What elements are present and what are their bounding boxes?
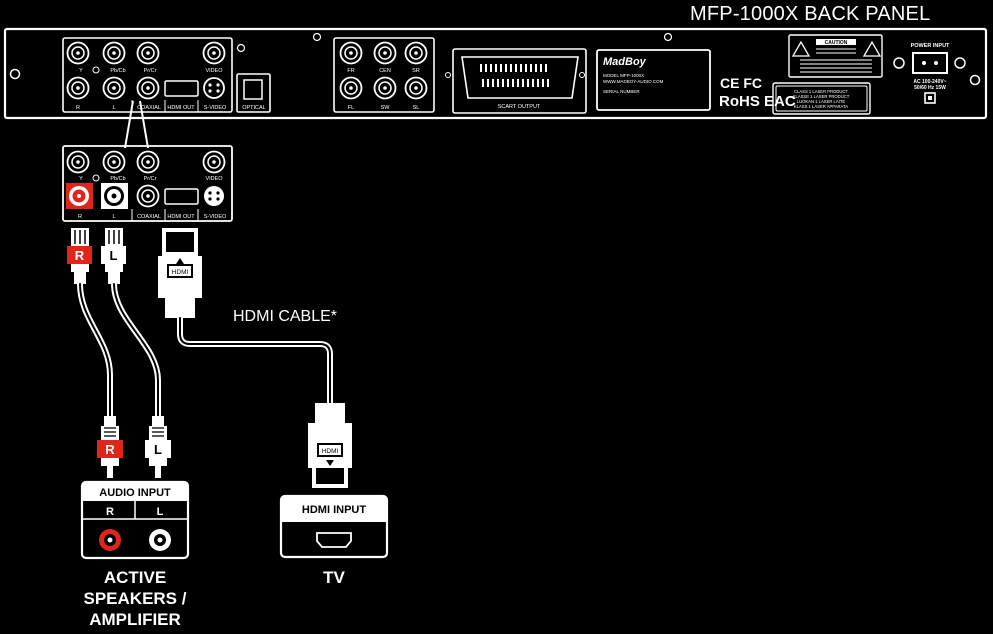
speakers-label-line2: SPEAKERS /: [83, 589, 187, 608]
svg-text:Pb/Cb: Pb/Cb: [110, 176, 125, 182]
svg-text:FR: FR: [347, 68, 354, 74]
mount-hole-left: [9, 68, 21, 80]
speakers-label: ACTIVE SPEAKERS / AMPLIFIER: [60, 567, 210, 630]
svg-text:Pr/Cr: Pr/Cr: [144, 176, 157, 182]
svg-text:50/60 Hz 15W: 50/60 Hz 15W: [914, 85, 946, 91]
svg-text:HDMI OUT: HDMI OUT: [167, 105, 195, 111]
svg-text:L: L: [154, 442, 162, 457]
model-label-plate: MadBoy MODEL MFP-1000X WWW.MADBOY-AUDIO.…: [596, 49, 711, 111]
rca-cable: [77, 281, 161, 421]
surround-output-group: FR CEN SR FL SW SL: [333, 37, 435, 113]
svg-text:CEN: CEN: [379, 68, 391, 74]
svg-text:RoHS EAC: RoHS EAC: [719, 93, 796, 110]
svg-text:R: R: [106, 506, 114, 518]
svg-text:L: L: [110, 248, 118, 263]
svg-text:L: L: [112, 214, 115, 220]
svg-text:HDMI OUT: HDMI OUT: [167, 214, 195, 220]
audio-input-panel: AUDIO INPUT R L: [80, 480, 190, 560]
hdmi-cable: [177, 315, 333, 408]
back-panel: Y Pb/Cb Pr/Cr VIDEO R L COAXIAL HDMI OUT…: [3, 27, 988, 120]
svg-text:Y: Y: [79, 176, 83, 182]
hdmi-plug-bottom: HDMI: [308, 403, 352, 488]
svg-text:L: L: [112, 105, 115, 111]
speaker-jack-left: [149, 529, 171, 551]
speakers-label-line1: ACTIVE: [103, 568, 167, 587]
svg-text:L: L: [157, 506, 164, 518]
zoom-jack-left-white: [101, 183, 128, 209]
svg-text:POWER INPUT: POWER INPUT: [911, 43, 950, 49]
power-input: POWER INPUT AC 100-240V~ 50/60 Hz 15W: [893, 43, 966, 104]
video-output-group: Y Pb/Cb Pr/Cr VIDEO R L COAXIAL HDMI OUT…: [62, 37, 233, 113]
svg-text:FL: FL: [348, 105, 354, 111]
svg-text:SR: SR: [412, 68, 420, 74]
tv-label: TV: [323, 568, 345, 587]
svg-text:SL: SL: [413, 105, 420, 111]
speaker-jack-right: [99, 529, 121, 551]
svg-text:MadBoy: MadBoy: [603, 56, 647, 68]
speakers-label-line3: AMPLIFIER: [89, 610, 181, 629]
svg-text:WWW.MADBOY-AUDIO.COM: WWW.MADBOY-AUDIO.COM: [603, 79, 664, 84]
svg-text:MODEL MFP-1000X: MODEL MFP-1000X: [603, 73, 644, 78]
svg-text:Pb/Cb: Pb/Cb: [110, 68, 125, 74]
zoom-jack-right-red: [66, 183, 93, 209]
svg-text:VIDEO: VIDEO: [205, 68, 223, 74]
svg-text:HDMI INPUT: HDMI INPUT: [302, 504, 366, 516]
svg-text:S-VIDEO: S-VIDEO: [204, 105, 227, 111]
svg-text:HDMI: HDMI: [172, 269, 189, 276]
svg-text:AUDIO INPUT: AUDIO INPUT: [99, 487, 171, 499]
tv-hdmi-input-panel: HDMI INPUT: [279, 494, 389, 559]
svg-text:R: R: [105, 442, 115, 457]
hdmi-plug-top: HDMI: [158, 228, 202, 318]
svg-text:R: R: [75, 248, 85, 263]
certification-marks: CE FC RoHS EAC: [719, 75, 796, 110]
connection-diagram: Y Pb/Cb Pr/Cr VIDEO R L COAXIAL HDMI OUT…: [3, 27, 988, 560]
svg-text:KLASS 1 LASER APPARATA: KLASS 1 LASER APPARATA: [794, 104, 848, 109]
rca-plug-right-bottom: R: [97, 416, 123, 478]
svg-text:SCART OUTPUT: SCART OUTPUT: [498, 104, 541, 110]
svg-text:R: R: [78, 214, 82, 220]
svg-text:CE FC: CE FC: [720, 75, 762, 91]
svg-text:CAUTION: CAUTION: [825, 40, 848, 46]
svg-text:S-VIDEO: S-VIDEO: [204, 214, 227, 220]
mount-hole-right: [969, 74, 981, 86]
svg-text:OPTICAL: OPTICAL: [242, 105, 266, 111]
hdmi-cable-label: HDMI CABLE*: [233, 308, 338, 325]
svg-text:SW: SW: [381, 105, 391, 111]
rca-plug-right-top: R: [67, 228, 92, 284]
svg-text:R: R: [76, 105, 80, 111]
svg-text:COAXIAL: COAXIAL: [137, 214, 161, 220]
rca-plug-left-bottom: L: [145, 416, 171, 478]
svg-text:Y: Y: [79, 68, 83, 74]
svg-text:SERIAL NUMBER: SERIAL NUMBER: [603, 89, 640, 94]
svg-text:VIDEO: VIDEO: [205, 176, 223, 182]
optical-port: OPTICAL: [236, 73, 271, 113]
rca-plug-left-top: L: [101, 228, 126, 284]
svg-text:Pr/Cr: Pr/Cr: [144, 68, 157, 74]
scart-output: SCART OUTPUT: [445, 48, 587, 114]
video-output-zoom: Y Pb/Cb Pr/Cr VIDEO R L COAXIAL HDMI OUT…: [62, 145, 233, 222]
svg-text:HDMI: HDMI: [322, 448, 339, 455]
